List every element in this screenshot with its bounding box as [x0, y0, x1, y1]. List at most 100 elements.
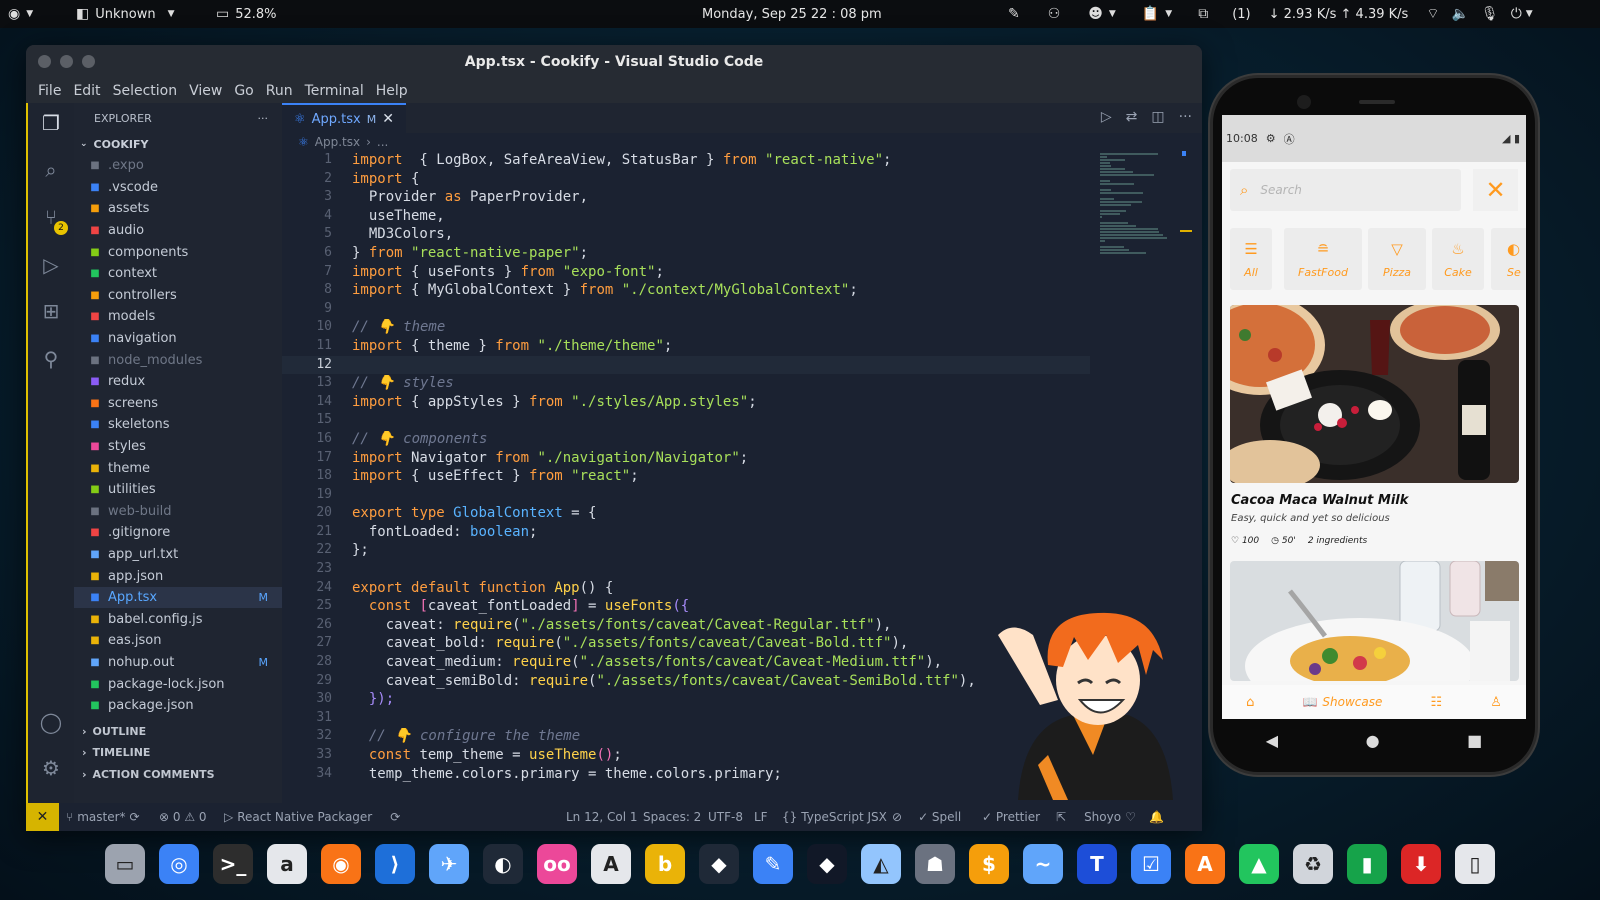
dock-app-firefox[interactable]: ◉ — [321, 843, 361, 884]
code-line[interactable]: 22}; — [282, 541, 1090, 560]
dock-app-rocket-app[interactable]: ▲ — [1239, 843, 1279, 884]
dock-app-device-app[interactable]: ▯ — [1455, 843, 1495, 884]
breadcrumb-symbol[interactable]: ... — [377, 135, 388, 149]
dock-app-tasks[interactable]: ☑ — [1131, 843, 1171, 884]
code-line[interactable]: 6} from "react-native-paper"; — [282, 244, 1090, 263]
category-pizza[interactable]: ▽ Pizza — [1368, 228, 1426, 290]
run-debug-icon[interactable]: ▷ — [39, 253, 63, 277]
close-search-button[interactable]: ✕ — [1473, 169, 1518, 211]
tree-item[interactable]: ■ navigation — [74, 328, 282, 350]
code-line[interactable]: 31 — [282, 709, 1090, 728]
tree-item[interactable]: ■ babel.config.js — [74, 608, 282, 630]
extension-icon[interactable]: ⧉ — [1198, 6, 1208, 22]
category-more[interactable]: ◐ Se — [1491, 228, 1526, 290]
tree-item[interactable]: ■ app_url.txt — [74, 544, 282, 566]
notification-count[interactable]: (1) — [1232, 7, 1250, 22]
tree-item[interactable]: ■ web-build — [74, 501, 282, 523]
home-tab-icon[interactable]: ⌂ — [1246, 695, 1254, 710]
chevron-down-icon[interactable]: ▼ — [1165, 9, 1172, 19]
extensions-icon[interactable]: ⊞ — [39, 299, 63, 323]
home-icon[interactable]: ● — [1366, 731, 1380, 750]
menu-edit[interactable]: Edit — [67, 83, 106, 99]
remote-icon[interactable]: ⚲ — [39, 347, 63, 371]
dock-app-trash[interactable]: ♻ — [1293, 843, 1333, 884]
tree-item[interactable]: ■ .vscode — [74, 177, 282, 199]
microphone-icon[interactable]: 🎙 — [1481, 6, 1499, 22]
search-icon[interactable]: ⌕ — [39, 158, 63, 182]
dock-app-notes-app[interactable]: ✎ — [753, 843, 793, 884]
dock-app-download-app[interactable]: ⬇ — [1401, 843, 1441, 884]
code-line[interactable]: 2 import { — [282, 170, 1090, 189]
explorer-icon[interactable]: ❐ — [39, 111, 63, 135]
code-editor[interactable]: 1 import { LogBox, SafeAreaView, StatusBa… — [282, 151, 1090, 803]
code-line[interactable]: 9 — [282, 300, 1090, 319]
explorer-more-button[interactable]: ··· — [258, 112, 269, 125]
code-line[interactable]: 32 // 👇 configure the theme — [282, 727, 1090, 746]
dock-app-flickr[interactable]: oo — [537, 843, 577, 884]
code-line[interactable]: 3 Provider as PaperProvider, — [282, 188, 1090, 207]
dock-app-mustache-app[interactable]: ~ — [1023, 843, 1063, 884]
minimize-window-button[interactable] — [60, 55, 73, 68]
breadcrumb-file[interactable]: App.tsx — [315, 135, 360, 149]
recents-icon[interactable]: ■ — [1467, 731, 1482, 750]
action-comments-section[interactable]: › ACTION COMMENTS — [74, 764, 282, 785]
tree-item[interactable]: ■ eas.json — [74, 630, 282, 652]
dock-app-files[interactable]: ▭ — [105, 843, 145, 884]
code-line[interactable]: 23 — [282, 560, 1090, 579]
likes[interactable]: ♡ 100 — [1231, 536, 1259, 546]
code-line[interactable]: 11 import { theme } from "./theme/theme"; — [282, 337, 1090, 356]
tree-item[interactable]: ■ components — [74, 241, 282, 263]
code-line[interactable]: 18 import { useEffect } from "react"; — [282, 467, 1090, 486]
code-line[interactable]: 15 — [282, 411, 1090, 430]
dock-app-t-app[interactable]: T — [1077, 843, 1117, 884]
tree-item[interactable]: ■ context — [74, 263, 282, 285]
network-speed[interactable]: ↓ 2.93 K/s ↑ 4.39 K/s — [1269, 7, 1409, 22]
dock-app-bloop[interactable]: b — [645, 843, 685, 884]
code-line[interactable]: 25 const [caveat_fontLoaded] = useFonts(… — [282, 597, 1090, 616]
close-window-button[interactable] — [38, 55, 51, 68]
code-line[interactable]: 16 // 👇 components — [282, 430, 1090, 449]
tree-item[interactable]: ■ App.tsx M — [74, 586, 282, 609]
chevron-down-icon[interactable]: ▼ — [1109, 9, 1116, 19]
menu-selection[interactable]: Selection — [107, 83, 184, 99]
run-icon[interactable]: ▷ — [1101, 109, 1112, 125]
tree-item[interactable]: ■ app.json — [74, 565, 282, 587]
battery-indicator[interactable]: ▭ 52.8% — [216, 0, 277, 28]
maximize-window-button[interactable] — [82, 55, 95, 68]
tree-item[interactable]: ■ screens — [74, 393, 282, 415]
dock-app-android-studio[interactable]: A — [591, 843, 631, 884]
mask-icon[interactable]: ☻ — [1088, 6, 1103, 22]
clipboard-icon[interactable]: 📋 — [1142, 6, 1159, 22]
pen-icon[interactable]: ✎ — [1008, 6, 1020, 22]
code-line[interactable]: 29 caveat_semiBold: require("./assets/fo… — [282, 672, 1090, 691]
more-actions-icon[interactable]: ··· — [1179, 109, 1192, 125]
code-line[interactable]: 34 temp_theme.colors.primary = theme.col… — [282, 765, 1090, 784]
code-line[interactable]: 27 caveat_bold: require("./assets/fonts/… — [282, 634, 1090, 653]
dock-app-terminal[interactable]: >_ — [213, 843, 253, 884]
tree-item[interactable]: ■ .expo — [74, 155, 282, 177]
power-icon[interactable]: ⏻ — [1511, 6, 1522, 22]
code-line[interactable]: 19 — [282, 486, 1090, 505]
tree-item[interactable]: ■ package.json — [74, 695, 282, 717]
people-icon[interactable]: ⚇ — [1048, 6, 1061, 22]
showcase-tab[interactable]: 📖 Showcase — [1302, 695, 1382, 709]
tree-item[interactable]: ■ utilities — [74, 479, 282, 501]
tree-item[interactable]: ■ node_modules — [74, 349, 282, 371]
code-line[interactable]: 21 fontLoaded: boolean; — [282, 523, 1090, 542]
dock-app-app-store[interactable]: A — [1185, 843, 1225, 884]
code-line[interactable]: 17 import Navigator from "./navigation/Na… — [282, 449, 1090, 468]
recipes-tab-icon[interactable]: ☷ — [1431, 695, 1443, 710]
split-editor-icon[interactable]: ◫ — [1151, 109, 1164, 125]
code-line[interactable]: 28 caveat_medium: require("./assets/font… — [282, 653, 1090, 672]
dock-app-blue-app[interactable]: ✈ — [429, 843, 469, 884]
code-line[interactable]: 20 export type GlobalContext = { — [282, 504, 1090, 523]
title-bar[interactable]: App.tsx - Cookify - Visual Studio Code — [26, 45, 1202, 78]
clock[interactable]: Monday, Sep 25 22 : 08 pm — [702, 0, 882, 28]
menu-file[interactable]: File — [32, 83, 67, 99]
account-icon[interactable]: ◯ — [39, 710, 63, 734]
tree-item[interactable]: ■ audio — [74, 220, 282, 242]
category-fastfood[interactable]: ≘ FastFood — [1284, 228, 1362, 290]
close-tab-icon[interactable]: ✕ — [382, 111, 394, 127]
menu-terminal[interactable]: Terminal — [299, 83, 370, 99]
dock-app-gimp[interactable]: ☗ — [915, 843, 955, 884]
